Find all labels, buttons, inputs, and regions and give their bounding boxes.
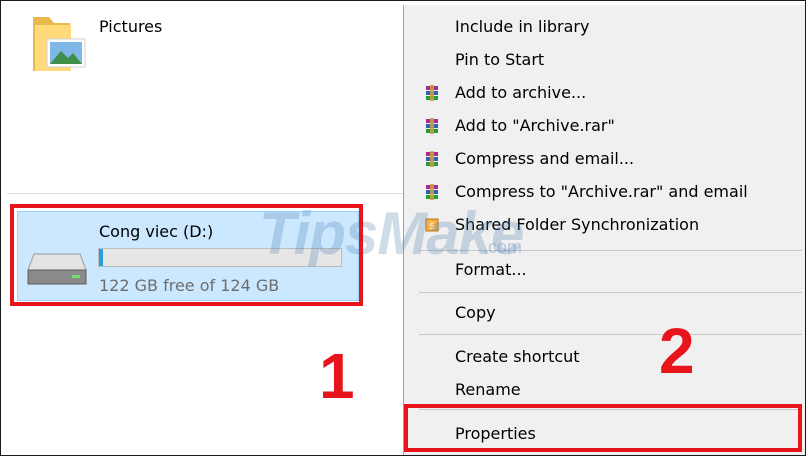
svg-text:S: S — [429, 222, 435, 232]
drive-name: Cong viec (D:) — [99, 222, 214, 241]
winrar-icon — [424, 118, 440, 134]
menu-item-compress-to-archive-and-email[interactable]: Compress to "Archive.rar" and email — [404, 177, 804, 207]
menu-item-label: Compress to "Archive.rar" and email — [455, 182, 748, 201]
menu-item-label: Format... — [455, 260, 527, 279]
sync-folder-icon: S — [424, 217, 440, 233]
drive-usage-fill — [99, 249, 103, 266]
menu-item-pin-to-start[interactable]: Pin to Start — [404, 45, 804, 75]
context-menu: Include in library Pin to Start Add to arc… — [403, 5, 805, 455]
menu-item-format[interactable]: Format... — [404, 255, 804, 285]
menu-item-rename[interactable]: Rename — [404, 375, 804, 405]
menu-separator — [419, 334, 802, 335]
menu-item-label: Compress and email... — [455, 149, 635, 168]
screenshot-frame: Pictures Cong viec (D:) 122 GB free of 1… — [0, 0, 806, 456]
menu-separator — [419, 250, 802, 251]
menu-separator — [419, 292, 802, 293]
drive-usage-bar — [98, 248, 342, 267]
menu-item-add-to-archive-rar[interactable]: Add to "Archive.rar" — [404, 111, 804, 141]
callout-number-1: 1 — [319, 340, 355, 412]
menu-item-compress-and-email[interactable]: Compress and email... — [404, 144, 804, 174]
menu-item-include-in-library[interactable]: Include in library — [404, 12, 804, 42]
drive-d-tile[interactable]: Cong viec (D:) 122 GB free of 124 GB — [17, 211, 359, 301]
menu-item-label: Add to "Archive.rar" — [455, 116, 615, 135]
menu-item-copy[interactable]: Copy — [404, 298, 804, 328]
callout-number-2: 2 — [659, 315, 695, 387]
winrar-icon — [424, 85, 440, 101]
menu-item-properties[interactable]: Properties — [404, 419, 804, 449]
menu-item-label: Add to archive... — [455, 83, 587, 102]
menu-item-create-shortcut[interactable]: Create shortcut — [404, 342, 804, 372]
menu-item-label: Shared Folder Synchronization — [455, 215, 700, 234]
menu-separator — [419, 409, 802, 410]
drive-free-space: 122 GB free of 124 GB — [99, 276, 280, 295]
menu-item-label: Rename — [455, 380, 521, 399]
section-divider — [7, 193, 403, 194]
winrar-icon — [424, 151, 440, 167]
winrar-icon — [424, 184, 440, 200]
menu-item-label: Properties — [455, 424, 536, 443]
hard-drive-icon — [27, 253, 87, 285]
menu-item-label: Pin to Start — [455, 50, 545, 69]
menu-item-label: Include in library — [455, 17, 590, 36]
pictures-folder-label: Pictures — [99, 17, 163, 36]
menu-item-label: Create shortcut — [455, 347, 580, 366]
menu-item-shared-folder-sync[interactable]: S Shared Folder Synchronization — [404, 210, 804, 240]
menu-item-add-to-archive[interactable]: Add to archive... — [404, 78, 804, 108]
pictures-folder-icon — [33, 17, 86, 71]
menu-item-label: Copy — [455, 303, 496, 322]
